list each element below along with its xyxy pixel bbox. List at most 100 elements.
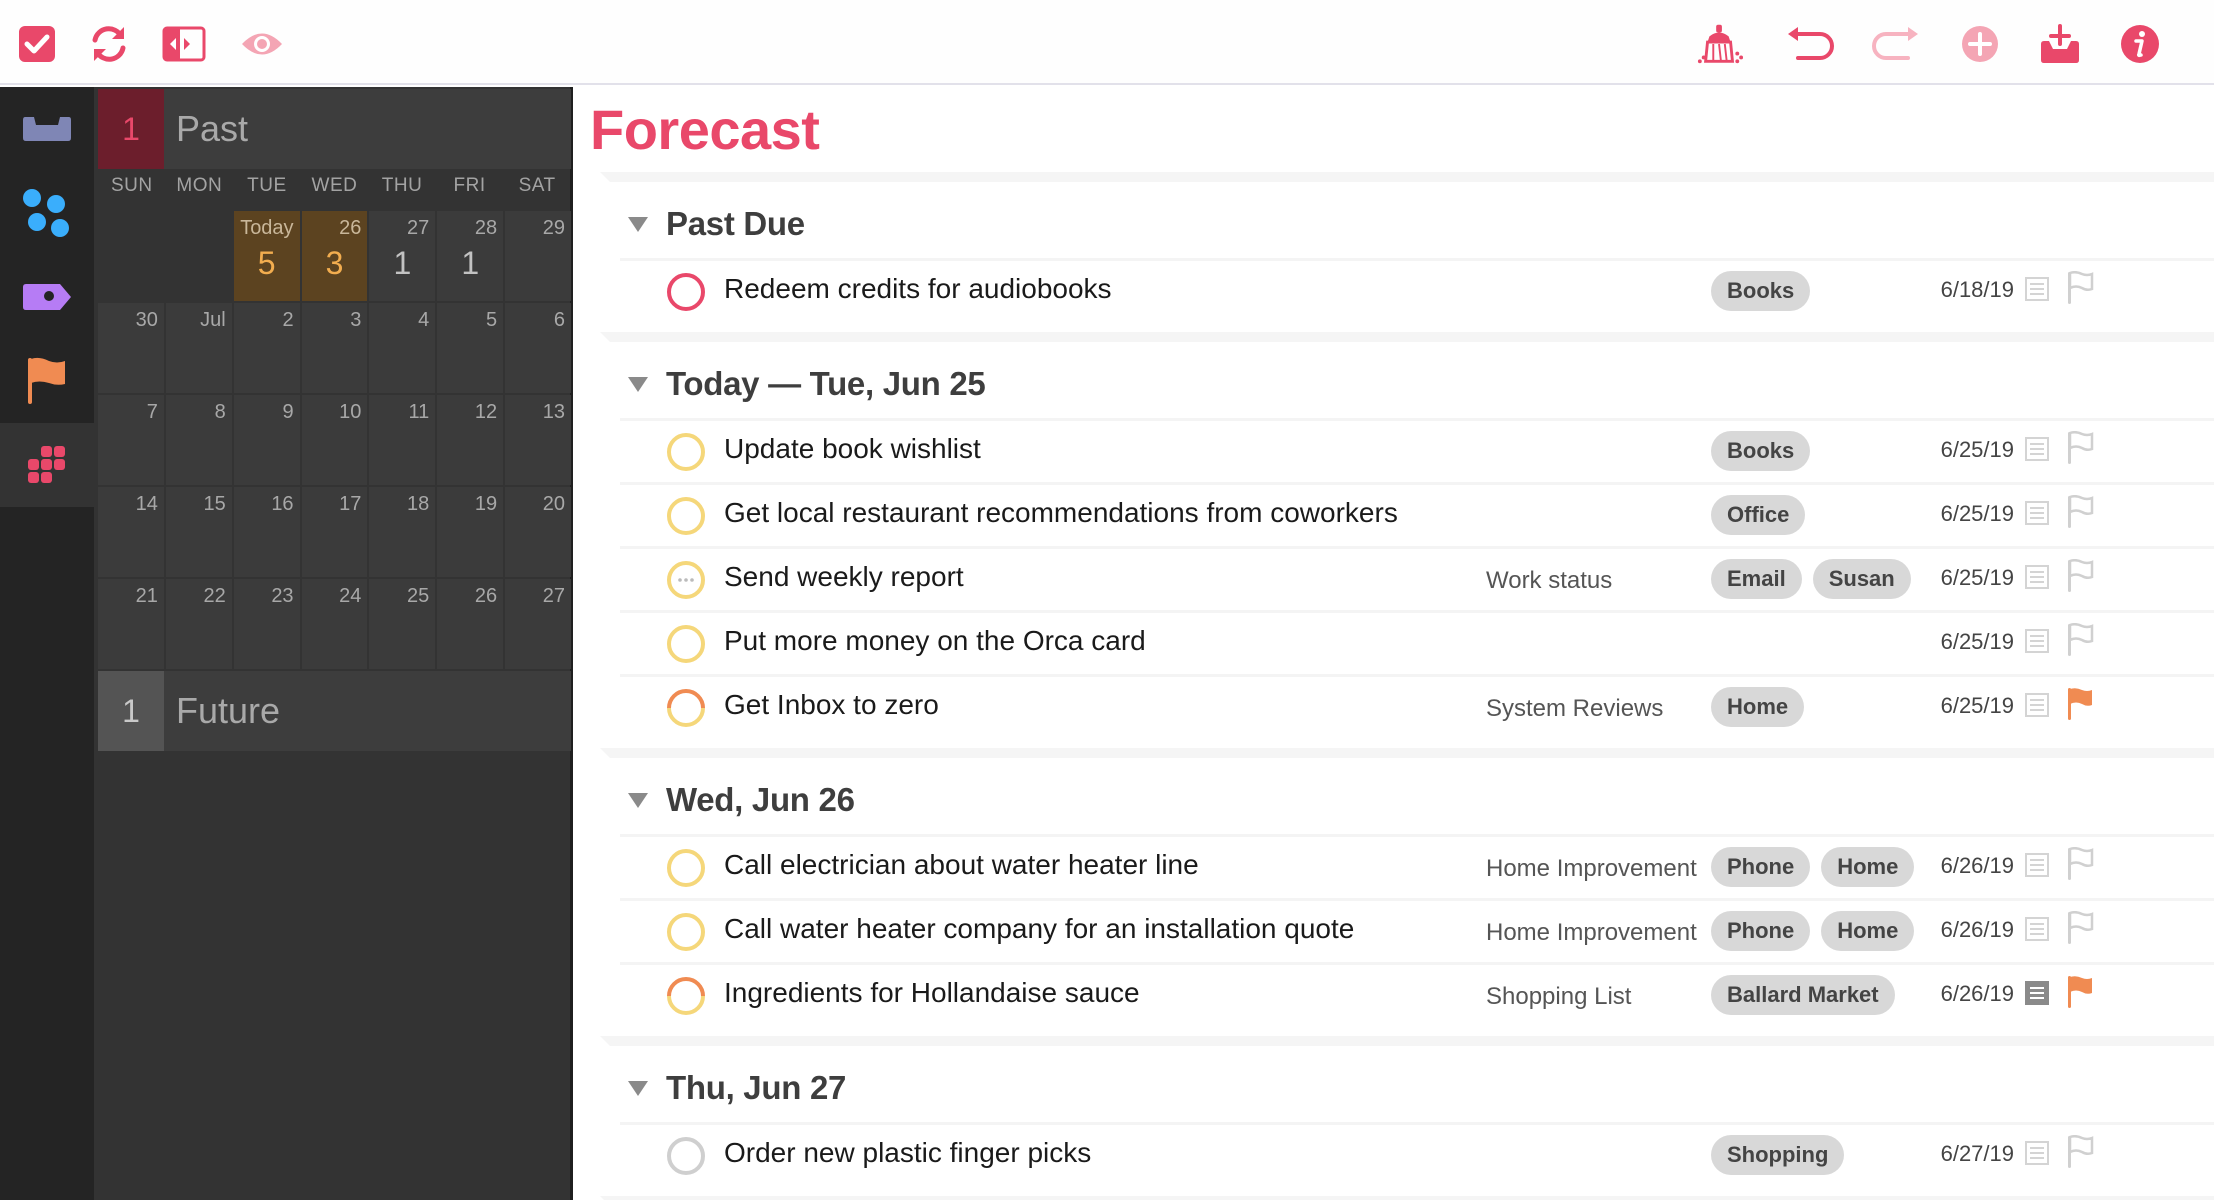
task-row[interactable]: Redeem credits for audiobooks Books 6/18… <box>620 258 2214 322</box>
calendar-day[interactable]: 21 <box>98 579 164 669</box>
note-button[interactable] <box>2024 436 2050 462</box>
task-checkbox[interactable] <box>666 560 706 600</box>
quick-entry-button[interactable] <box>2036 20 2084 68</box>
calendar-day[interactable]: 25 <box>369 579 436 669</box>
rail-item-forecast[interactable] <box>0 423 94 507</box>
task-title[interactable]: Put more money on the Orca card <box>724 625 1146 657</box>
group-header[interactable]: Past Due <box>628 199 805 249</box>
calendar-day[interactable]: Jul <box>165 303 232 393</box>
calendar-day[interactable]: 29 <box>505 211 571 301</box>
calendar-day[interactable]: 30 <box>98 303 164 393</box>
task-row[interactable]: Order new plastic finger picks Shopping … <box>620 1122 2214 1186</box>
task-title[interactable]: Get local restaurant recommendations fro… <box>724 497 1398 529</box>
task-checkbox[interactable] <box>666 272 706 312</box>
calendar-day[interactable]: 13 <box>505 395 571 485</box>
group-header[interactable]: Wed, Jun 26 <box>628 775 855 825</box>
calendar-day[interactable]: 6 <box>505 303 571 393</box>
calendar-day[interactable]: 28 1 <box>437 211 504 301</box>
calendar-day[interactable]: 15 <box>165 487 232 577</box>
task-title[interactable]: Order new plastic finger picks <box>724 1137 1091 1169</box>
tag-chip[interactable]: Shopping <box>1711 1135 1845 1175</box>
tag-chip[interactable]: Phone <box>1711 847 1811 887</box>
calendar-day[interactable]: 19 <box>437 487 504 577</box>
flag-toggle[interactable] <box>2066 1134 2094 1169</box>
calendar-day[interactable]: 27 1 <box>369 211 436 301</box>
note-button[interactable] <box>2024 500 2050 526</box>
rail-item-flagged[interactable] <box>0 339 94 423</box>
calendar-day[interactable]: 3 <box>301 303 368 393</box>
calendar-day[interactable]: 7 <box>98 395 164 485</box>
tag-chip[interactable]: Books <box>1711 271 1811 311</box>
flag-toggle[interactable] <box>2066 558 2094 593</box>
calendar-day[interactable]: 27 <box>505 579 571 669</box>
calendar-day[interactable]: 10 <box>301 395 368 485</box>
note-button[interactable] <box>2024 564 2050 590</box>
tag-chip[interactable]: Email <box>1711 559 1802 599</box>
task-checkbox[interactable] <box>666 496 706 536</box>
group-header[interactable]: Today — Tue, Jun 25 <box>628 359 986 409</box>
future-band[interactable]: 1 Future <box>98 671 571 751</box>
calendar-day[interactable]: 14 <box>98 487 164 577</box>
flag-toggle[interactable] <box>2066 975 2094 1009</box>
flag-toggle[interactable] <box>2066 494 2094 529</box>
task-title[interactable]: Get Inbox to zero <box>724 689 939 721</box>
task-checkbox[interactable] <box>666 432 706 472</box>
group-header[interactable]: Thu, Jun 27 <box>628 1063 846 1113</box>
redo-button[interactable] <box>1872 20 1920 68</box>
calendar-day[interactable]: 5 <box>437 303 504 393</box>
calendar-day[interactable]: 26 <box>437 579 504 669</box>
note-button[interactable] <box>2024 692 2050 718</box>
note-button[interactable] <box>2024 628 2050 654</box>
clean-up-button[interactable] <box>1696 20 1744 68</box>
disclosure-triangle-icon[interactable] <box>628 792 648 808</box>
flag-toggle[interactable] <box>2066 846 2094 881</box>
tag-chip[interactable]: Office <box>1711 495 1806 535</box>
past-band[interactable]: 1 Past <box>98 89 571 169</box>
tag-chip[interactable]: Home <box>1711 687 1805 727</box>
task-checkbox[interactable] <box>666 848 706 888</box>
calendar-day[interactable]: 8 <box>165 395 232 485</box>
note-button[interactable] <box>2024 916 2050 942</box>
note-button[interactable] <box>2024 980 2050 1006</box>
note-button[interactable] <box>2024 276 2050 302</box>
task-checkbox[interactable] <box>666 912 706 952</box>
calendar-day[interactable]: 2 <box>233 303 300 393</box>
add-button[interactable] <box>1956 20 2004 68</box>
disclosure-triangle-icon[interactable] <box>628 1080 648 1096</box>
task-title[interactable]: Ingredients for Hollandaise sauce <box>724 977 1140 1009</box>
calendar-day[interactable]: 12 <box>437 395 504 485</box>
task-row[interactable]: Ingredients for Hollandaise sauce Shoppi… <box>620 962 2214 1026</box>
note-button[interactable] <box>2024 852 2050 878</box>
task-row[interactable]: Get local restaurant recommendations fro… <box>620 482 2214 546</box>
task-title[interactable]: Send weekly report <box>724 561 964 593</box>
disclosure-triangle-icon[interactable] <box>628 376 648 392</box>
tag-chip[interactable]: Phone <box>1711 911 1811 951</box>
task-row[interactable]: Update book wishlist Books 6/25/19 <box>620 418 2214 482</box>
task-title[interactable]: Call electrician about water heater line <box>724 849 1199 881</box>
calendar-day[interactable]: Today 5 <box>233 211 300 301</box>
tag-chip[interactable]: Books <box>1711 431 1811 471</box>
task-row[interactable]: Put more money on the Orca card 6/25/19 <box>620 610 2214 674</box>
view-options-button[interactable] <box>238 20 286 68</box>
undo-button[interactable] <box>1786 20 1834 68</box>
task-checkbox[interactable] <box>666 976 706 1016</box>
flag-toggle[interactable] <box>2066 687 2094 721</box>
rail-item-tags[interactable] <box>0 255 94 339</box>
calendar-day[interactable]: 18 <box>369 487 436 577</box>
rail-item-projects[interactable] <box>0 171 94 255</box>
flag-toggle[interactable] <box>2066 910 2094 945</box>
calendar-day[interactable]: 17 <box>301 487 368 577</box>
calendar-day[interactable]: 23 <box>233 579 300 669</box>
calendar-day[interactable]: 24 <box>301 579 368 669</box>
task-checkbox[interactable] <box>666 688 706 728</box>
task-row[interactable]: Send weekly report Work status Email Susa… <box>620 546 2214 610</box>
calendar-day[interactable]: 26 3 <box>301 211 368 301</box>
task-title[interactable]: Redeem credits for audiobooks <box>724 273 1112 305</box>
flag-toggle[interactable] <box>2066 270 2094 305</box>
calendar-day[interactable]: 22 <box>165 579 232 669</box>
task-row[interactable]: Call water heater company for an install… <box>620 898 2214 962</box>
calendar-day[interactable]: 11 <box>369 395 436 485</box>
task-checkbox[interactable] <box>666 624 706 664</box>
inspector-button[interactable] <box>2116 20 2164 68</box>
task-row[interactable]: Get Inbox to zero System Reviews Home 6/… <box>620 674 2214 738</box>
